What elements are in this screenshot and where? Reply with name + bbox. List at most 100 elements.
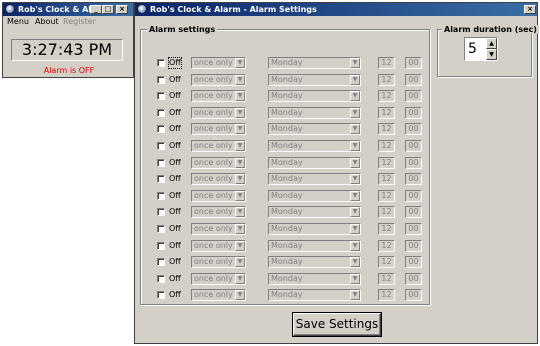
maximize-button[interactable]: □ — [102, 5, 114, 14]
alarm-frequency-select[interactable]: once only ▼ — [191, 57, 246, 69]
chevron-down-icon[interactable]: ▼ — [235, 290, 245, 301]
alarm-day-select[interactable]: Monday ▼ — [268, 173, 361, 186]
alarm-minute-field[interactable]: 00 — [405, 239, 422, 252]
alarm-day-select[interactable]: Monday ▼ — [268, 239, 361, 252]
chevron-down-icon[interactable]: ▼ — [350, 240, 360, 251]
chevron-down-icon[interactable]: ▼ — [235, 240, 245, 251]
chevron-down-icon[interactable]: ▼ — [235, 174, 245, 185]
minimize-button[interactable]: _ — [90, 5, 102, 14]
chevron-down-icon[interactable]: ▼ — [350, 157, 360, 168]
alarm-frequency-select[interactable]: once only ▼ — [191, 173, 246, 186]
alarm-frequency-select[interactable]: once only ▼ — [191, 223, 246, 235]
alarm-minute-field[interactable]: 00 — [405, 223, 422, 235]
alarm-day-select[interactable]: Monday ▼ — [268, 123, 361, 136]
alarm-day-select[interactable]: Monday ▼ — [268, 106, 361, 119]
alarm-enable-checkbox[interactable] — [157, 241, 165, 250]
alarm-hour-field[interactable]: 12 — [378, 223, 395, 235]
alarm-hour-field[interactable]: 12 — [378, 206, 395, 219]
chevron-down-icon[interactable]: ▼ — [350, 107, 360, 118]
alarm-day-select[interactable]: Monday ▼ — [268, 272, 361, 285]
chevron-down-icon[interactable]: ▼ — [350, 224, 360, 234]
chevron-down-icon[interactable]: ▼ — [235, 273, 245, 284]
alarm-duration-spinner[interactable]: 5 ▲ ▼ — [464, 37, 498, 61]
alarm-day-select[interactable]: Monday ▼ — [268, 140, 361, 152]
chevron-down-icon[interactable]: ▼ — [235, 141, 245, 151]
alarm-day-select[interactable]: Monday ▼ — [268, 156, 361, 169]
chevron-down-icon[interactable]: ▼ — [235, 74, 245, 85]
alarm-enable-checkbox[interactable] — [157, 75, 165, 84]
spin-up-icon[interactable]: ▲ — [486, 38, 497, 49]
close-button[interactable]: × — [524, 5, 536, 14]
alarm-enable-checkbox[interactable] — [157, 291, 165, 300]
alarm-enable-checkbox[interactable] — [157, 175, 165, 184]
chevron-down-icon[interactable]: ▼ — [235, 107, 245, 118]
alarm-minute-field[interactable]: 00 — [405, 73, 422, 86]
alarm-minute-field[interactable]: 00 — [405, 90, 422, 103]
alarm-day-select[interactable]: Monday ▼ — [268, 73, 361, 86]
alarm-frequency-select[interactable]: once only ▼ — [191, 239, 246, 252]
alarm-hour-field[interactable]: 12 — [378, 173, 395, 186]
chevron-down-icon[interactable]: ▼ — [350, 124, 360, 135]
alarm-enable-checkbox[interactable] — [157, 108, 165, 117]
alarm-hour-field[interactable]: 12 — [378, 140, 395, 152]
alarm-hour-field[interactable]: 12 — [378, 106, 395, 119]
chevron-down-icon[interactable]: ▼ — [235, 257, 245, 268]
alarm-frequency-select[interactable]: once only ▼ — [191, 73, 246, 86]
menu-item-about[interactable]: About — [35, 16, 59, 27]
chevron-down-icon[interactable]: ▼ — [235, 91, 245, 102]
alarm-minute-field[interactable]: 00 — [405, 256, 422, 269]
chevron-down-icon[interactable]: ▼ — [350, 257, 360, 268]
alarm-day-select[interactable]: Monday ▼ — [268, 206, 361, 219]
alarm-minute-field[interactable]: 00 — [405, 189, 422, 202]
settings-window-titlebar[interactable]: Rob's Clock & Alarm - Alarm Settings × — [135, 3, 537, 16]
alarm-enable-checkbox[interactable] — [157, 158, 165, 167]
alarm-frequency-select[interactable]: once only ▼ — [191, 272, 246, 285]
menu-item-menu[interactable]: Menu — [7, 16, 29, 27]
alarm-day-select[interactable]: Monday ▼ — [268, 90, 361, 103]
alarm-frequency-select[interactable]: once only ▼ — [191, 256, 246, 269]
alarm-enable-checkbox[interactable] — [157, 208, 165, 217]
alarm-day-select[interactable]: Monday ▼ — [268, 289, 361, 302]
alarm-enable-checkbox[interactable] — [157, 125, 165, 134]
alarm-day-select[interactable]: Monday ▼ — [268, 223, 361, 235]
clock-window-titlebar[interactable]: Rob's Clock & Al... _ □ × — [3, 3, 133, 16]
alarm-day-select[interactable]: Monday ▼ — [268, 57, 361, 69]
alarm-enable-checkbox[interactable] — [157, 59, 165, 67]
chevron-down-icon[interactable]: ▼ — [350, 190, 360, 201]
alarm-duration-value[interactable]: 5 — [468, 39, 477, 59]
alarm-enable-checkbox[interactable] — [157, 225, 165, 233]
chevron-down-icon[interactable]: ▼ — [235, 207, 245, 218]
alarm-hour-field[interactable]: 12 — [378, 57, 395, 69]
alarm-enable-checkbox[interactable] — [157, 142, 165, 150]
alarm-frequency-select[interactable]: once only ▼ — [191, 106, 246, 119]
chevron-down-icon[interactable]: ▼ — [235, 58, 245, 68]
alarm-hour-field[interactable]: 12 — [378, 289, 395, 302]
chevron-down-icon[interactable]: ▼ — [235, 157, 245, 168]
alarm-enable-checkbox[interactable] — [157, 258, 165, 267]
alarm-minute-field[interactable]: 00 — [405, 272, 422, 285]
alarm-frequency-select[interactable]: once only ▼ — [191, 90, 246, 103]
chevron-down-icon[interactable]: ▼ — [235, 190, 245, 201]
alarm-hour-field[interactable]: 12 — [378, 156, 395, 169]
alarm-hour-field[interactable]: 12 — [378, 73, 395, 86]
alarm-day-select[interactable]: Monday ▼ — [268, 256, 361, 269]
alarm-hour-field[interactable]: 12 — [378, 189, 395, 202]
alarm-minute-field[interactable]: 00 — [405, 156, 422, 169]
alarm-frequency-select[interactable]: once only ▼ — [191, 123, 246, 136]
alarm-enable-checkbox[interactable] — [157, 274, 165, 283]
alarm-frequency-select[interactable]: once only ▼ — [191, 140, 246, 152]
save-settings-button[interactable]: Save Settings — [293, 313, 381, 336]
alarm-hour-field[interactable]: 12 — [378, 256, 395, 269]
chevron-down-icon[interactable]: ▼ — [350, 207, 360, 218]
alarm-frequency-select[interactable]: once only ▼ — [191, 156, 246, 169]
chevron-down-icon[interactable]: ▼ — [350, 74, 360, 85]
chevron-down-icon[interactable]: ▼ — [350, 58, 360, 68]
alarm-minute-field[interactable]: 00 — [405, 173, 422, 186]
alarm-frequency-select[interactable]: once only ▼ — [191, 289, 246, 302]
alarm-frequency-select[interactable]: once only ▼ — [191, 206, 246, 219]
alarm-enable-checkbox[interactable] — [157, 92, 165, 101]
chevron-down-icon[interactable]: ▼ — [350, 141, 360, 151]
chevron-down-icon[interactable]: ▼ — [350, 290, 360, 301]
alarm-hour-field[interactable]: 12 — [378, 123, 395, 136]
chevron-down-icon[interactable]: ▼ — [350, 91, 360, 102]
